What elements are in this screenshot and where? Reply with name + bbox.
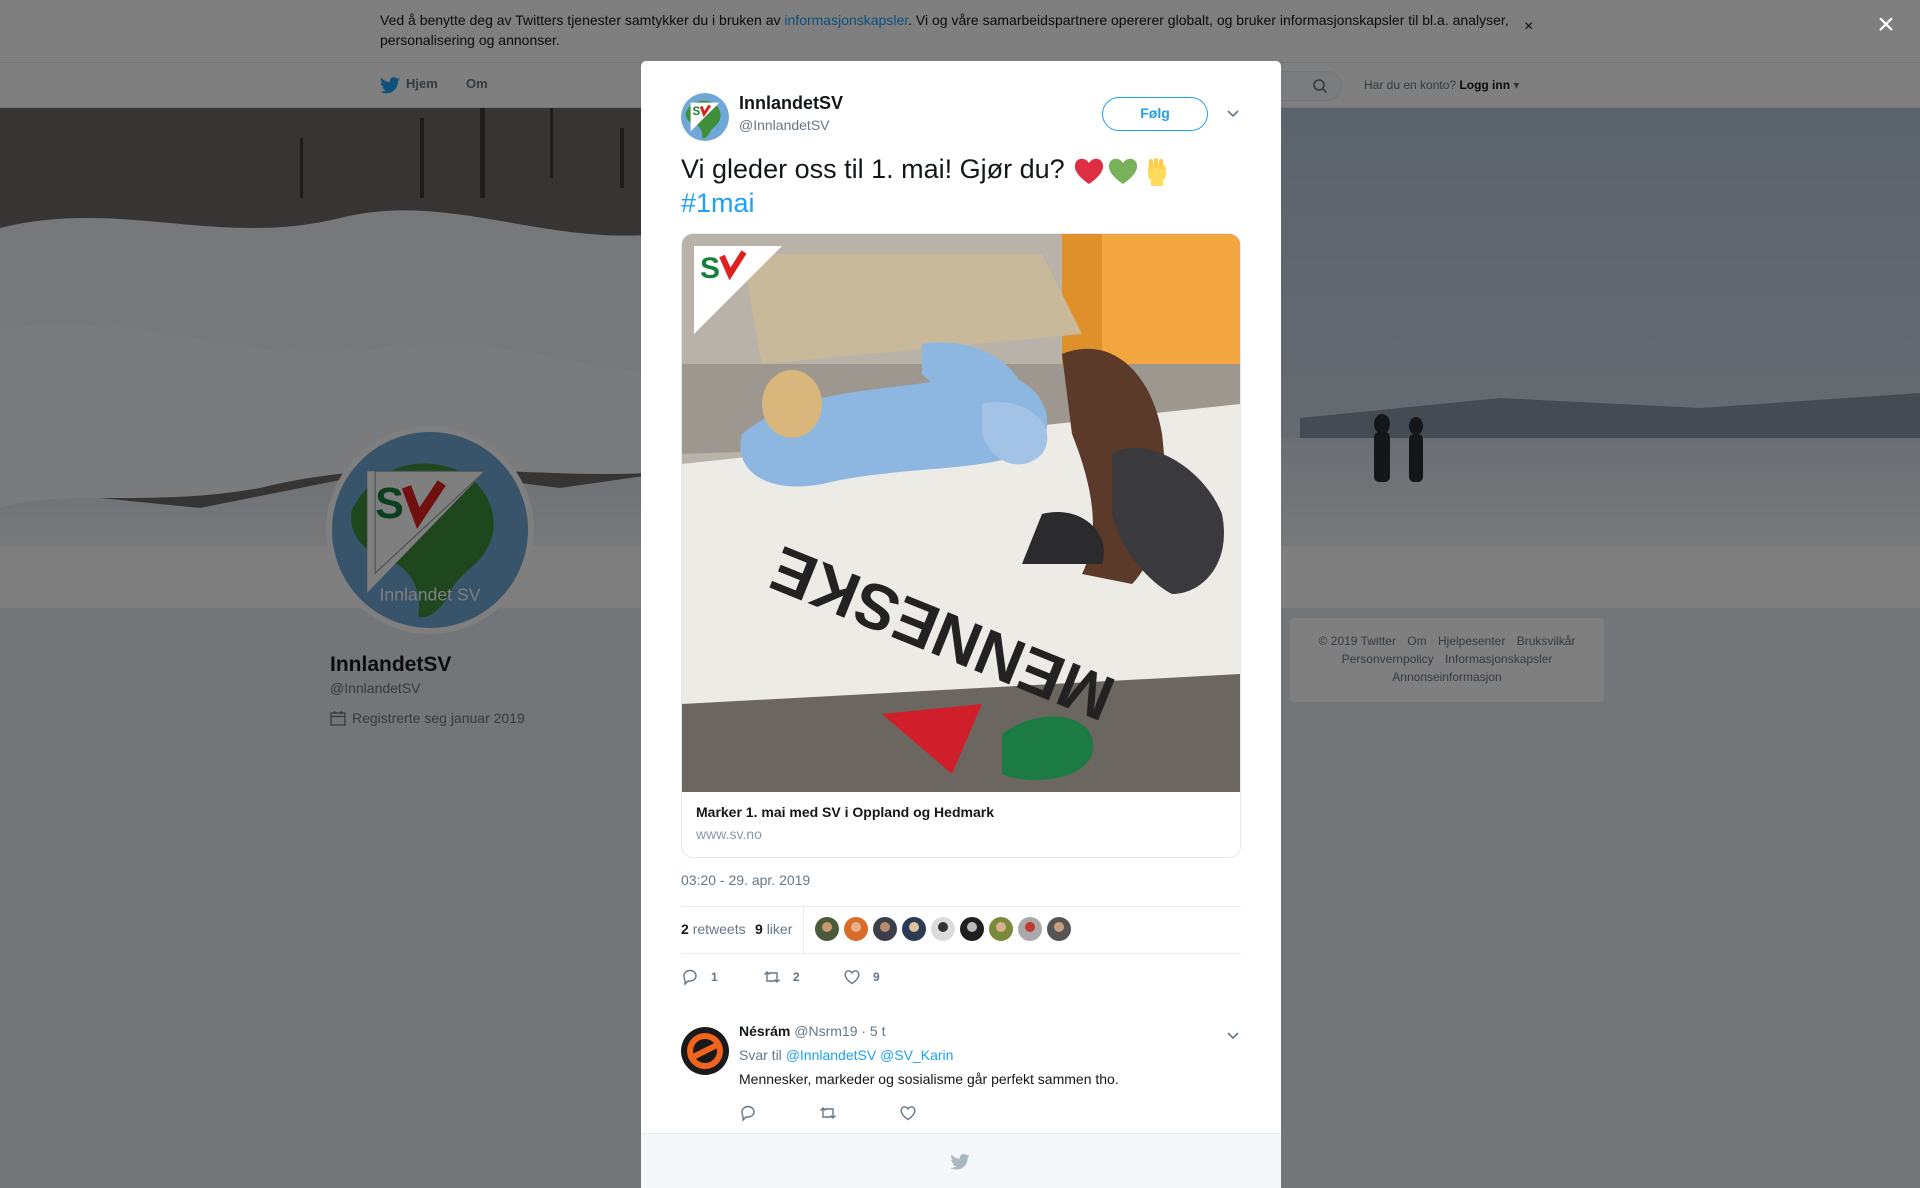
retweets-count: 2 — [681, 921, 689, 937]
reply-count: 1 — [711, 970, 718, 984]
likers-avatars — [815, 917, 1071, 941]
retweets-stat[interactable]: 2 retweets — [681, 921, 746, 937]
reply-to-label: Svar til — [739, 1047, 782, 1063]
close-icon[interactable]: × — [1872, 10, 1900, 40]
liker-avatar[interactable] — [844, 917, 868, 941]
card-domain: www.sv.no — [696, 826, 762, 842]
liker-avatar[interactable] — [815, 917, 839, 941]
tweet-body: Vi gleder oss til 1. mai! Gjør du? — [681, 154, 1073, 184]
link-card[interactable]: MENNESKE S Marker 1. mai med SV i Opplan… — [681, 233, 1241, 858]
raised-fist-icon — [1148, 157, 1167, 186]
liker-avatar[interactable] — [873, 917, 897, 941]
follow-button[interactable]: Følg — [1102, 97, 1208, 131]
like-count: 9 — [873, 970, 880, 984]
reply-text: Mennesker, markeder og sosialisme går pe… — [739, 1071, 1119, 1087]
card-title[interactable]: Marker 1. mai med SV i Oppland og Hedmar… — [696, 804, 994, 820]
liker-avatar[interactable] — [1018, 917, 1042, 941]
hashtag-link[interactable]: #1mai — [681, 188, 755, 218]
svg-text:S: S — [693, 106, 701, 118]
liker-avatar[interactable] — [1047, 917, 1071, 941]
card-photo: MENNESKE S — [682, 234, 1240, 792]
retweet-count: 2 — [793, 970, 800, 984]
reply-to-line: Svar til @InnlandetSV @SV_Karin — [739, 1047, 953, 1063]
liker-avatar[interactable] — [989, 917, 1013, 941]
chevron-down-icon[interactable] — [1225, 105, 1241, 121]
reply-icon[interactable] — [739, 1104, 757, 1127]
retweet-icon[interactable] — [763, 968, 781, 986]
reply-actions — [739, 1104, 1039, 1124]
modal-footer — [641, 1133, 1281, 1188]
reply-author-name[interactable]: Nésrám — [739, 1023, 790, 1039]
reply-action[interactable]: 1 — [681, 968, 718, 986]
liker-avatar[interactable] — [931, 917, 955, 941]
tweet-timestamp[interactable]: 03:20 - 29. apr. 2019 — [681, 872, 810, 888]
sv-logo-small: S — [681, 93, 729, 141]
mention-link[interactable]: @InnlandetSV — [786, 1047, 877, 1063]
tweet-stats: 2 retweets 9 liker — [681, 906, 1241, 954]
heart-icon[interactable] — [899, 1104, 917, 1127]
liker-avatar[interactable] — [902, 917, 926, 941]
stats-divider — [803, 907, 804, 953]
tweet-author-name[interactable]: InnlandetSV — [739, 93, 843, 114]
retweet-action[interactable]: 2 — [763, 968, 800, 986]
twitter-bird-icon — [950, 1154, 970, 1170]
tweet-text: Vi gleder oss til 1. mai! Gjør du? #1mai — [681, 153, 1241, 219]
chevron-down-icon[interactable] — [1225, 1027, 1241, 1043]
retweet-icon[interactable] — [819, 1104, 837, 1127]
likes-count: 9 — [755, 921, 763, 937]
tweet-author-handle[interactable]: @InnlandetSV — [739, 117, 830, 133]
heart-icon[interactable] — [843, 968, 861, 986]
svg-text:S: S — [700, 252, 720, 285]
reply-time[interactable]: · 5 t — [861, 1023, 885, 1039]
tweet-modal: S InnlandetSV @InnlandetSV Følg Vi glede… — [641, 61, 1281, 1188]
reply-header: Nésrám @Nsrm19 · 5 t — [739, 1023, 886, 1039]
like-action[interactable]: 9 — [843, 968, 880, 986]
red-heart-icon — [1075, 158, 1104, 184]
card-image: MENNESKE S — [682, 234, 1240, 792]
liker-avatar[interactable] — [960, 917, 984, 941]
mention-link[interactable]: @SV_Karin — [880, 1047, 953, 1063]
reply-avatar-image — [681, 1027, 729, 1075]
tweet-actions: 1 2 9 — [681, 964, 1241, 994]
reply-author-handle[interactable]: @Nsrm19 — [794, 1023, 857, 1039]
reply-icon[interactable] — [681, 968, 699, 986]
tweet-author-avatar[interactable]: S — [681, 93, 729, 141]
reply-avatar[interactable] — [681, 1027, 729, 1075]
likes-stat[interactable]: 9 liker — [755, 921, 792, 937]
likes-label: liker — [766, 921, 793, 937]
green-heart-icon — [1109, 158, 1138, 184]
retweets-label: retweets — [692, 921, 746, 937]
